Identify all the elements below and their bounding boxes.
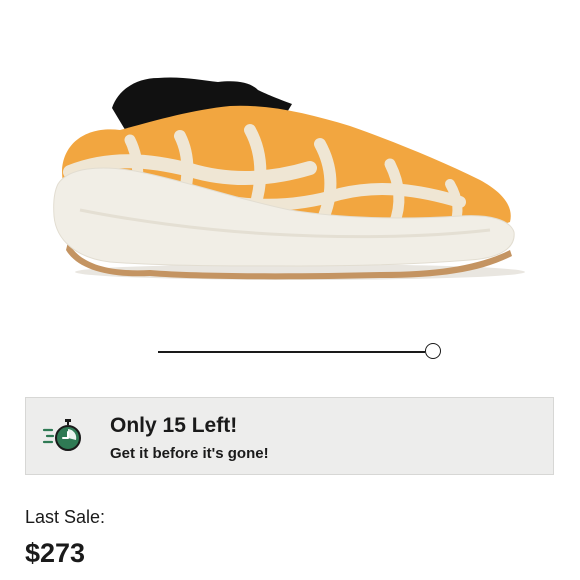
product-page: Only 15 Left! Get it before it's gone! L… (0, 0, 580, 580)
low-stock-banner: Only 15 Left! Get it before it's gone! (25, 397, 554, 475)
stopwatch-icon (42, 418, 82, 454)
stock-title: Only 15 Left! (110, 414, 238, 437)
last-sale-label: Last Sale: (25, 507, 106, 527)
image-view-slider[interactable] (158, 341, 442, 363)
slider-track[interactable] (158, 351, 425, 353)
product-image[interactable] (40, 60, 540, 300)
last-sale-price: $273 (25, 538, 86, 568)
sneaker-image (53, 77, 525, 280)
slider-thumb[interactable] (425, 343, 441, 359)
stock-subtitle: Get it before it's gone! (110, 445, 269, 462)
